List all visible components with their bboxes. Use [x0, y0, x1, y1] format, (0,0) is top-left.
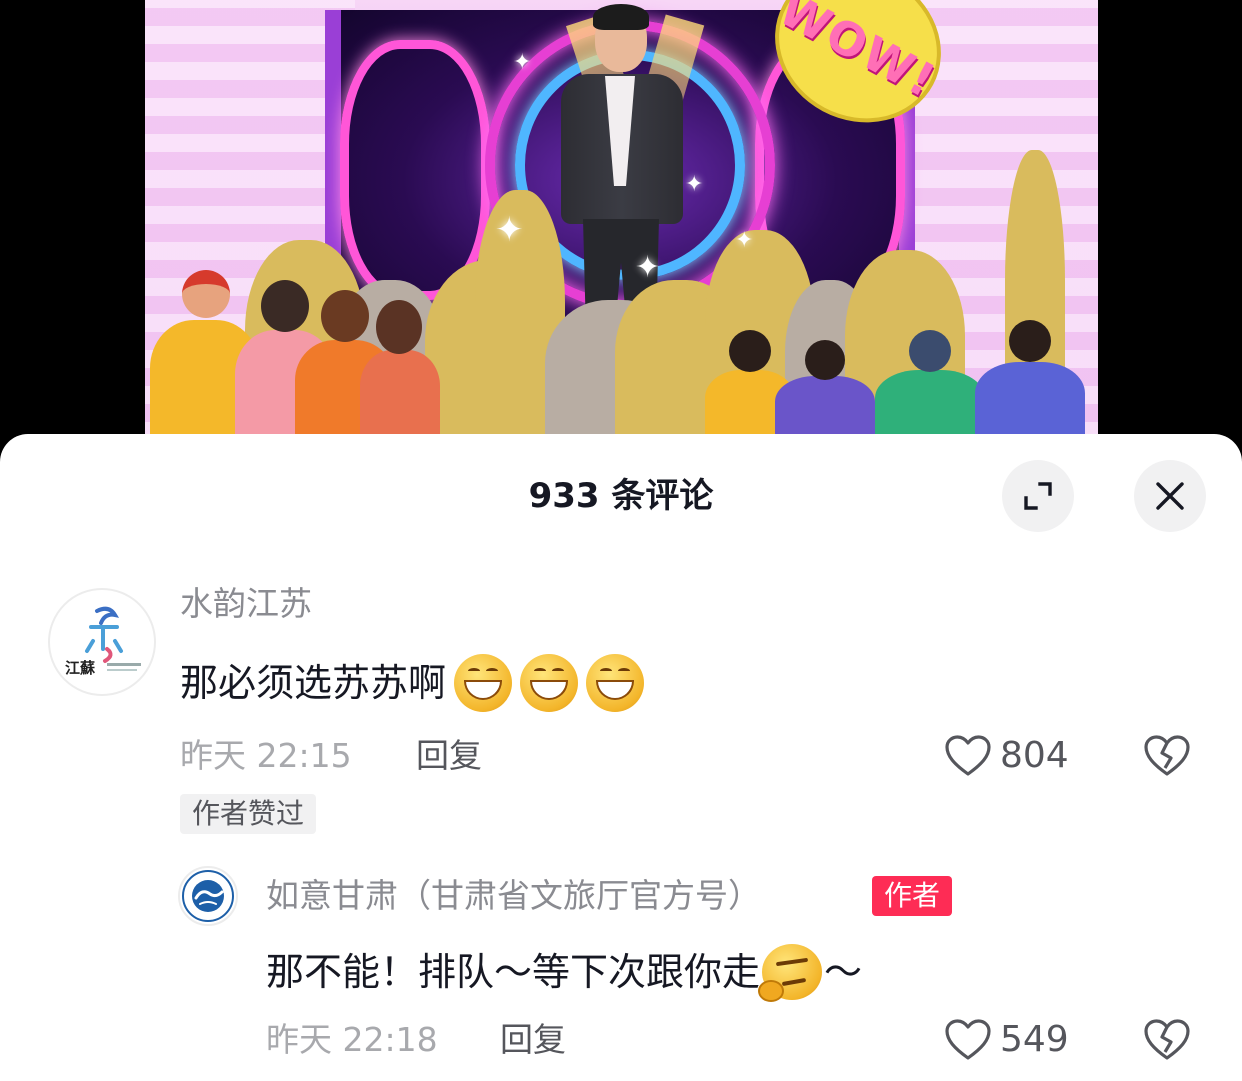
fan-figure: [875, 330, 985, 440]
reply-timestamp: 昨天 22:18: [266, 1020, 438, 1059]
comments-sheet: 933 条评论 江蘇 水韵江苏 那必须选苏苏啊 昨天 22:15 回复 804 …: [0, 434, 1242, 1081]
dislike-button[interactable]: [1142, 1018, 1192, 1066]
fan-figure: [775, 340, 875, 440]
comment-username[interactable]: 水韵江苏: [180, 584, 312, 624]
broken-heart-icon: [1144, 1019, 1190, 1060]
expand-icon: [1024, 482, 1052, 510]
comment-text-body: 那必须选苏苏啊: [180, 661, 447, 705]
reply-username[interactable]: 如意甘肃（甘肃省文旅厅官方号）: [266, 876, 761, 916]
like-button[interactable]: 549: [944, 1018, 1069, 1062]
avatar-brand-text: 江蘇: [65, 659, 95, 677]
close-icon: [1156, 482, 1184, 510]
broken-heart-icon: [1144, 735, 1190, 776]
avatar[interactable]: 江蘇: [48, 588, 156, 696]
like-button[interactable]: 804: [944, 734, 1069, 778]
fan-figure: [975, 320, 1085, 440]
comment-timestamp: 昨天 22:15: [180, 736, 352, 775]
heart-icon: [945, 735, 991, 776]
reply-button[interactable]: 回复: [500, 1020, 566, 1060]
avatar[interactable]: [178, 866, 238, 926]
heart-icon: [945, 1019, 991, 1060]
video-frame[interactable]: WOW! ✦ ✦ ✦ ✦ ✦: [145, 0, 1098, 440]
close-button[interactable]: [1134, 460, 1206, 532]
jiangsu-logo-icon: 江蘇: [65, 606, 141, 677]
fan-figure: [360, 300, 440, 440]
expand-button[interactable]: [1002, 460, 1074, 532]
neon-heart-left: [340, 40, 490, 300]
sparkle-icon: ✦: [685, 172, 704, 197]
reply-text-body: 那不能！排队～等下次跟你走: [266, 950, 761, 994]
sparkle-icon: ✦: [513, 50, 532, 75]
reply-text-tail: ～: [824, 950, 863, 994]
hair: [593, 4, 649, 30]
author-liked-tag: 作者赞过: [180, 794, 317, 834]
thinking-emoji-icon: [758, 944, 823, 1002]
video-player[interactable]: WOW! ✦ ✦ ✦ ✦ ✦: [0, 0, 1242, 440]
grin-emoji-icon: [454, 654, 513, 712]
reply-text: 那不能！排队～等下次跟你走 ～: [266, 944, 863, 1002]
dislike-button[interactable]: [1142, 734, 1192, 782]
comment-text: 那必须选苏苏啊: [180, 654, 645, 712]
sparkle-icon: ✦: [495, 210, 524, 250]
sparkle-icon: ✦: [635, 250, 661, 285]
grin-emoji-icon: [586, 654, 645, 712]
author-badge: 作者: [872, 876, 953, 916]
gansu-logo-icon: [182, 870, 234, 922]
reply-button[interactable]: 回复: [416, 736, 482, 776]
like-count: 804: [1000, 735, 1069, 776]
grin-emoji-icon: [520, 654, 579, 712]
like-count: 549: [1000, 1019, 1069, 1060]
sparkle-icon: ✦: [735, 228, 754, 253]
